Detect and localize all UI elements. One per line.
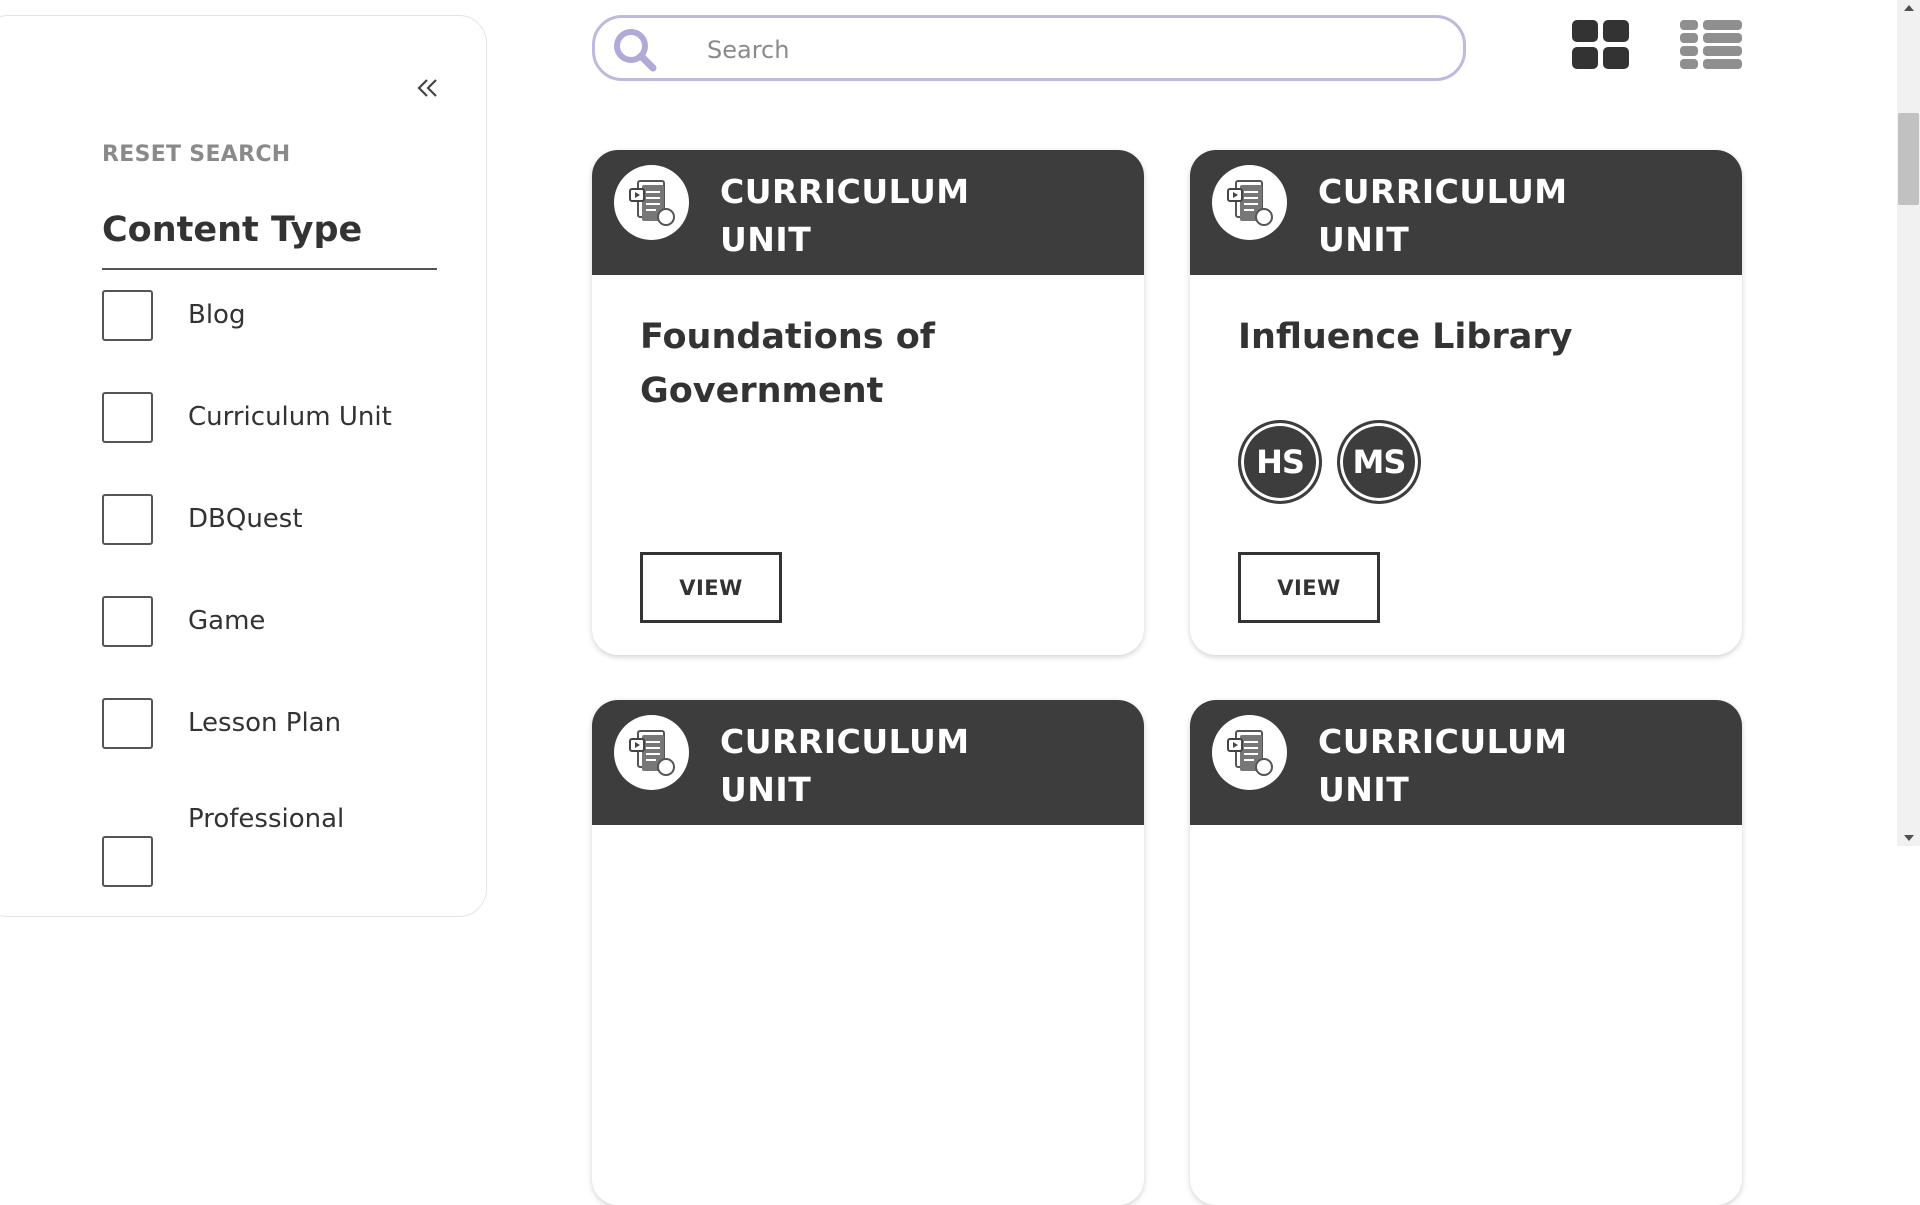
card-title[interactable]: Influence Library bbox=[1238, 310, 1698, 364]
curriculum-unit-icon bbox=[614, 165, 689, 240]
scroll-up-arrow-icon[interactable] bbox=[1897, 0, 1920, 16]
filter-option-label: DBQuest bbox=[188, 504, 303, 534]
collapse-sidebar-icon[interactable] bbox=[413, 70, 443, 106]
filter-option-blog[interactable]: Blog bbox=[102, 287, 245, 343]
scrollbar-thumb[interactable] bbox=[1898, 113, 1919, 205]
card-type-line2: UNIT bbox=[720, 220, 812, 259]
list-view-icon[interactable] bbox=[1680, 20, 1742, 74]
filter-option-lesson-plan[interactable]: Lesson Plan bbox=[102, 695, 341, 751]
view-button[interactable]: VIEW bbox=[1238, 552, 1380, 623]
filter-option-dbquest[interactable]: DBQuest bbox=[102, 491, 303, 547]
card-header: CURRICULUM UNIT bbox=[592, 700, 1144, 825]
reset-search-link[interactable]: RESET SEARCH bbox=[102, 142, 291, 167]
checkbox[interactable] bbox=[102, 289, 153, 341]
content-card: CURRICULUM UNIT bbox=[1190, 700, 1742, 1205]
search-icon[interactable] bbox=[613, 28, 659, 78]
grade-badges: HS MS bbox=[1238, 420, 1421, 504]
card-type-label: CURRICULUM UNIT bbox=[720, 718, 980, 814]
card-type-line2: UNIT bbox=[1318, 770, 1410, 809]
filter-option-curriculum-unit[interactable]: Curriculum Unit bbox=[102, 389, 392, 445]
heading-divider bbox=[102, 268, 437, 270]
content-card: CURRICULUM UNIT Influence Library HS MS … bbox=[1190, 150, 1742, 655]
filter-option-label: Lesson Plan bbox=[188, 708, 342, 738]
card-type-line1: CURRICULUM bbox=[1318, 172, 1568, 211]
view-button[interactable]: VIEW bbox=[640, 552, 782, 623]
checkbox[interactable] bbox=[102, 493, 153, 545]
grid-view-icon[interactable] bbox=[1572, 20, 1629, 74]
filter-option-label: Blog bbox=[188, 300, 246, 330]
curriculum-unit-icon bbox=[614, 715, 689, 790]
filter-option-label: Professional bbox=[188, 804, 345, 834]
checkbox[interactable] bbox=[102, 836, 153, 887]
card-type-label: CURRICULUM UNIT bbox=[1318, 718, 1578, 814]
scroll-down-arrow-icon[interactable] bbox=[1897, 830, 1920, 846]
filter-sidebar: RESET SEARCH Content Type Blog Curriculu… bbox=[0, 15, 487, 917]
card-type-line1: CURRICULUM bbox=[720, 722, 970, 761]
card-type-line1: CURRICULUM bbox=[720, 172, 970, 211]
checkbox[interactable] bbox=[102, 595, 153, 647]
content-type-heading: Content Type bbox=[102, 210, 363, 250]
card-type-label: CURRICULUM UNIT bbox=[720, 168, 980, 264]
card-type-line1: CURRICULUM bbox=[1318, 722, 1568, 761]
filter-option-label: Curriculum Unit bbox=[188, 402, 392, 432]
grade-badge-hs: HS bbox=[1238, 420, 1322, 504]
content-card: CURRICULUM UNIT Foundations of Governmen… bbox=[592, 150, 1144, 655]
curriculum-unit-icon bbox=[1212, 165, 1287, 240]
filter-option-label: Game bbox=[188, 606, 266, 636]
card-header: CURRICULUM UNIT bbox=[1190, 700, 1742, 825]
card-type-line2: UNIT bbox=[1318, 220, 1410, 259]
card-title[interactable]: Foundations of Government bbox=[640, 310, 1100, 418]
filter-option-professional[interactable]: Professional bbox=[102, 804, 345, 887]
checkbox[interactable] bbox=[102, 391, 153, 443]
card-header: CURRICULUM UNIT bbox=[1190, 150, 1742, 275]
card-header: CURRICULUM UNIT bbox=[592, 150, 1144, 275]
grade-badge-ms: MS bbox=[1337, 420, 1421, 504]
card-type-line2: UNIT bbox=[720, 770, 812, 809]
search-input[interactable] bbox=[705, 30, 1409, 70]
content-card: CURRICULUM UNIT bbox=[592, 700, 1144, 1205]
filter-option-game[interactable]: Game bbox=[102, 593, 265, 649]
search-bar bbox=[592, 15, 1466, 81]
checkbox[interactable] bbox=[102, 697, 153, 749]
card-type-label: CURRICULUM UNIT bbox=[1318, 168, 1578, 264]
curriculum-unit-icon bbox=[1212, 715, 1287, 790]
